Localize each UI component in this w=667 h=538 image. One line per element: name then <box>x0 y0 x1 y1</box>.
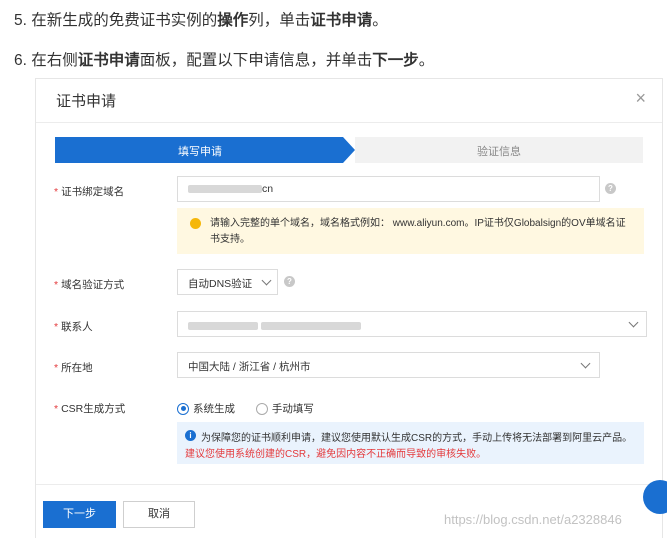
step-label-verify: 验证信息 <box>477 146 521 158</box>
csr-warning-text: 建议您使用系统创建的CSR，避免因内容不正确而导致的审核失败。 <box>185 449 487 460</box>
step5-text-end: 。 <box>372 12 388 29</box>
dialog-footer: 下一步 取消 <box>36 484 664 538</box>
step-verify-info: 验证信息 <box>355 137 643 163</box>
csr-label-text: CSR生成方式 <box>61 403 126 415</box>
help-icon[interactable]: ? <box>605 183 616 194</box>
verify-method-label-text: 域名验证方式 <box>61 279 125 291</box>
step5-bold-operation: 操作 <box>217 12 249 29</box>
radio-manual-fill[interactable] <box>255 402 268 415</box>
domain-hint-box: 请输入完整的单个域名，域名格式例如： www.aliyun.com。IP证书仅G… <box>177 208 644 254</box>
location-value: 中国大陆 / 浙江省 / 杭州市 <box>188 361 311 373</box>
required-mark: * <box>54 403 59 415</box>
dialog-title: 证书申请 <box>56 93 117 110</box>
domain-label-text: 证书绑定域名 <box>61 186 125 198</box>
domain-input[interactable]: cn <box>177 176 600 202</box>
csr-label: * CSR生成方式 <box>54 401 125 416</box>
domain-input-value: cn <box>188 183 273 195</box>
verify-method-value: 自动DNS验证 <box>188 278 253 290</box>
chevron-down-icon <box>580 358 591 369</box>
step6-bold-apply: 证书申请 <box>77 52 140 69</box>
contact-label-text: 联系人 <box>61 321 93 333</box>
step5-text-mid: 列，单击 <box>248 12 311 29</box>
required-mark: * <box>54 186 59 198</box>
verify-method-label: * 域名验证方式 <box>54 277 124 292</box>
contact-label: * 联系人 <box>54 319 93 334</box>
step-progress: 填写申请 验证信息 <box>55 137 643 163</box>
help-icon[interactable]: ? <box>284 276 295 287</box>
step5-text: 5. 在新生成的免费证书实例的 <box>14 12 218 29</box>
blurred-text <box>188 322 258 331</box>
csr-info-text: 为保障您的证书顺利申请，建议您使用默认生成CSR的方式，手动上传将无法部署到阿里… <box>201 433 633 444</box>
required-mark: * <box>54 321 59 333</box>
location-label-text: 所在地 <box>61 362 93 374</box>
step5-bold-apply: 证书申请 <box>310 12 373 29</box>
radio-manual-fill-label[interactable]: 手动填写 <box>272 403 314 415</box>
step6-text-mid: 面板，配置以下申请信息，并单击 <box>139 52 373 69</box>
close-icon[interactable]: × <box>635 89 646 107</box>
radio-system-generate[interactable] <box>177 402 189 415</box>
location-label: * 所在地 <box>54 360 93 375</box>
required-mark: * <box>54 362 59 374</box>
instruction-step-5: 5. 在新生成的免费证书实例的操作列，单击证书申请。 <box>14 8 388 30</box>
watermark: https://blog.csdn.net/a2328846 <box>444 512 622 527</box>
csr-info-box: i 为保障您的证书顺利申请，建议您使用默认生成CSR的方式，手动上传将无法部署到… <box>177 422 644 464</box>
domain-suffix: cn <box>262 183 274 195</box>
chevron-down-icon <box>261 275 272 286</box>
csr-radio-group: 系统生成 手动填写 <box>177 401 332 416</box>
blurred-text <box>260 322 361 331</box>
step-label-fill: 填写申请 <box>178 146 222 158</box>
step-fill-application: 填写申请 <box>55 137 355 163</box>
domain-label: * 证书绑定域名 <box>54 184 124 199</box>
dialog-header: 证书申请 × <box>36 79 662 123</box>
step6-text-end: 。 <box>418 52 435 69</box>
verify-method-select[interactable]: 自动DNS验证 <box>177 269 278 295</box>
step6-bold-next: 下一步 <box>372 52 419 69</box>
next-button[interactable]: 下一步 <box>43 501 116 528</box>
blurred-text <box>188 185 262 194</box>
info-icon: i <box>185 430 196 441</box>
chevron-down-icon <box>628 317 639 328</box>
radio-system-generate-label[interactable]: 系统生成 <box>193 403 235 415</box>
domain-hint-text: 请输入完整的单个域名，域名格式例如： www.aliyun.com。IP证书仅G… <box>210 218 626 245</box>
contact-value <box>188 320 361 332</box>
certificate-apply-dialog: 证书申请 × 填写申请 验证信息 * 证书绑定域名 cn ? 请输入完整的单个域名… <box>35 78 664 538</box>
instruction-step-6: 6. 在右侧证书申请面板，配置以下申请信息，并单击下一步。 <box>14 48 434 70</box>
required-mark: * <box>54 279 59 291</box>
cancel-button[interactable]: 取消 <box>123 501 195 528</box>
warning-icon <box>190 218 201 229</box>
step6-text: 6. 在右侧 <box>14 52 78 69</box>
contact-select[interactable] <box>177 311 647 337</box>
location-select[interactable]: 中国大陆 / 浙江省 / 杭州市 <box>177 352 600 378</box>
